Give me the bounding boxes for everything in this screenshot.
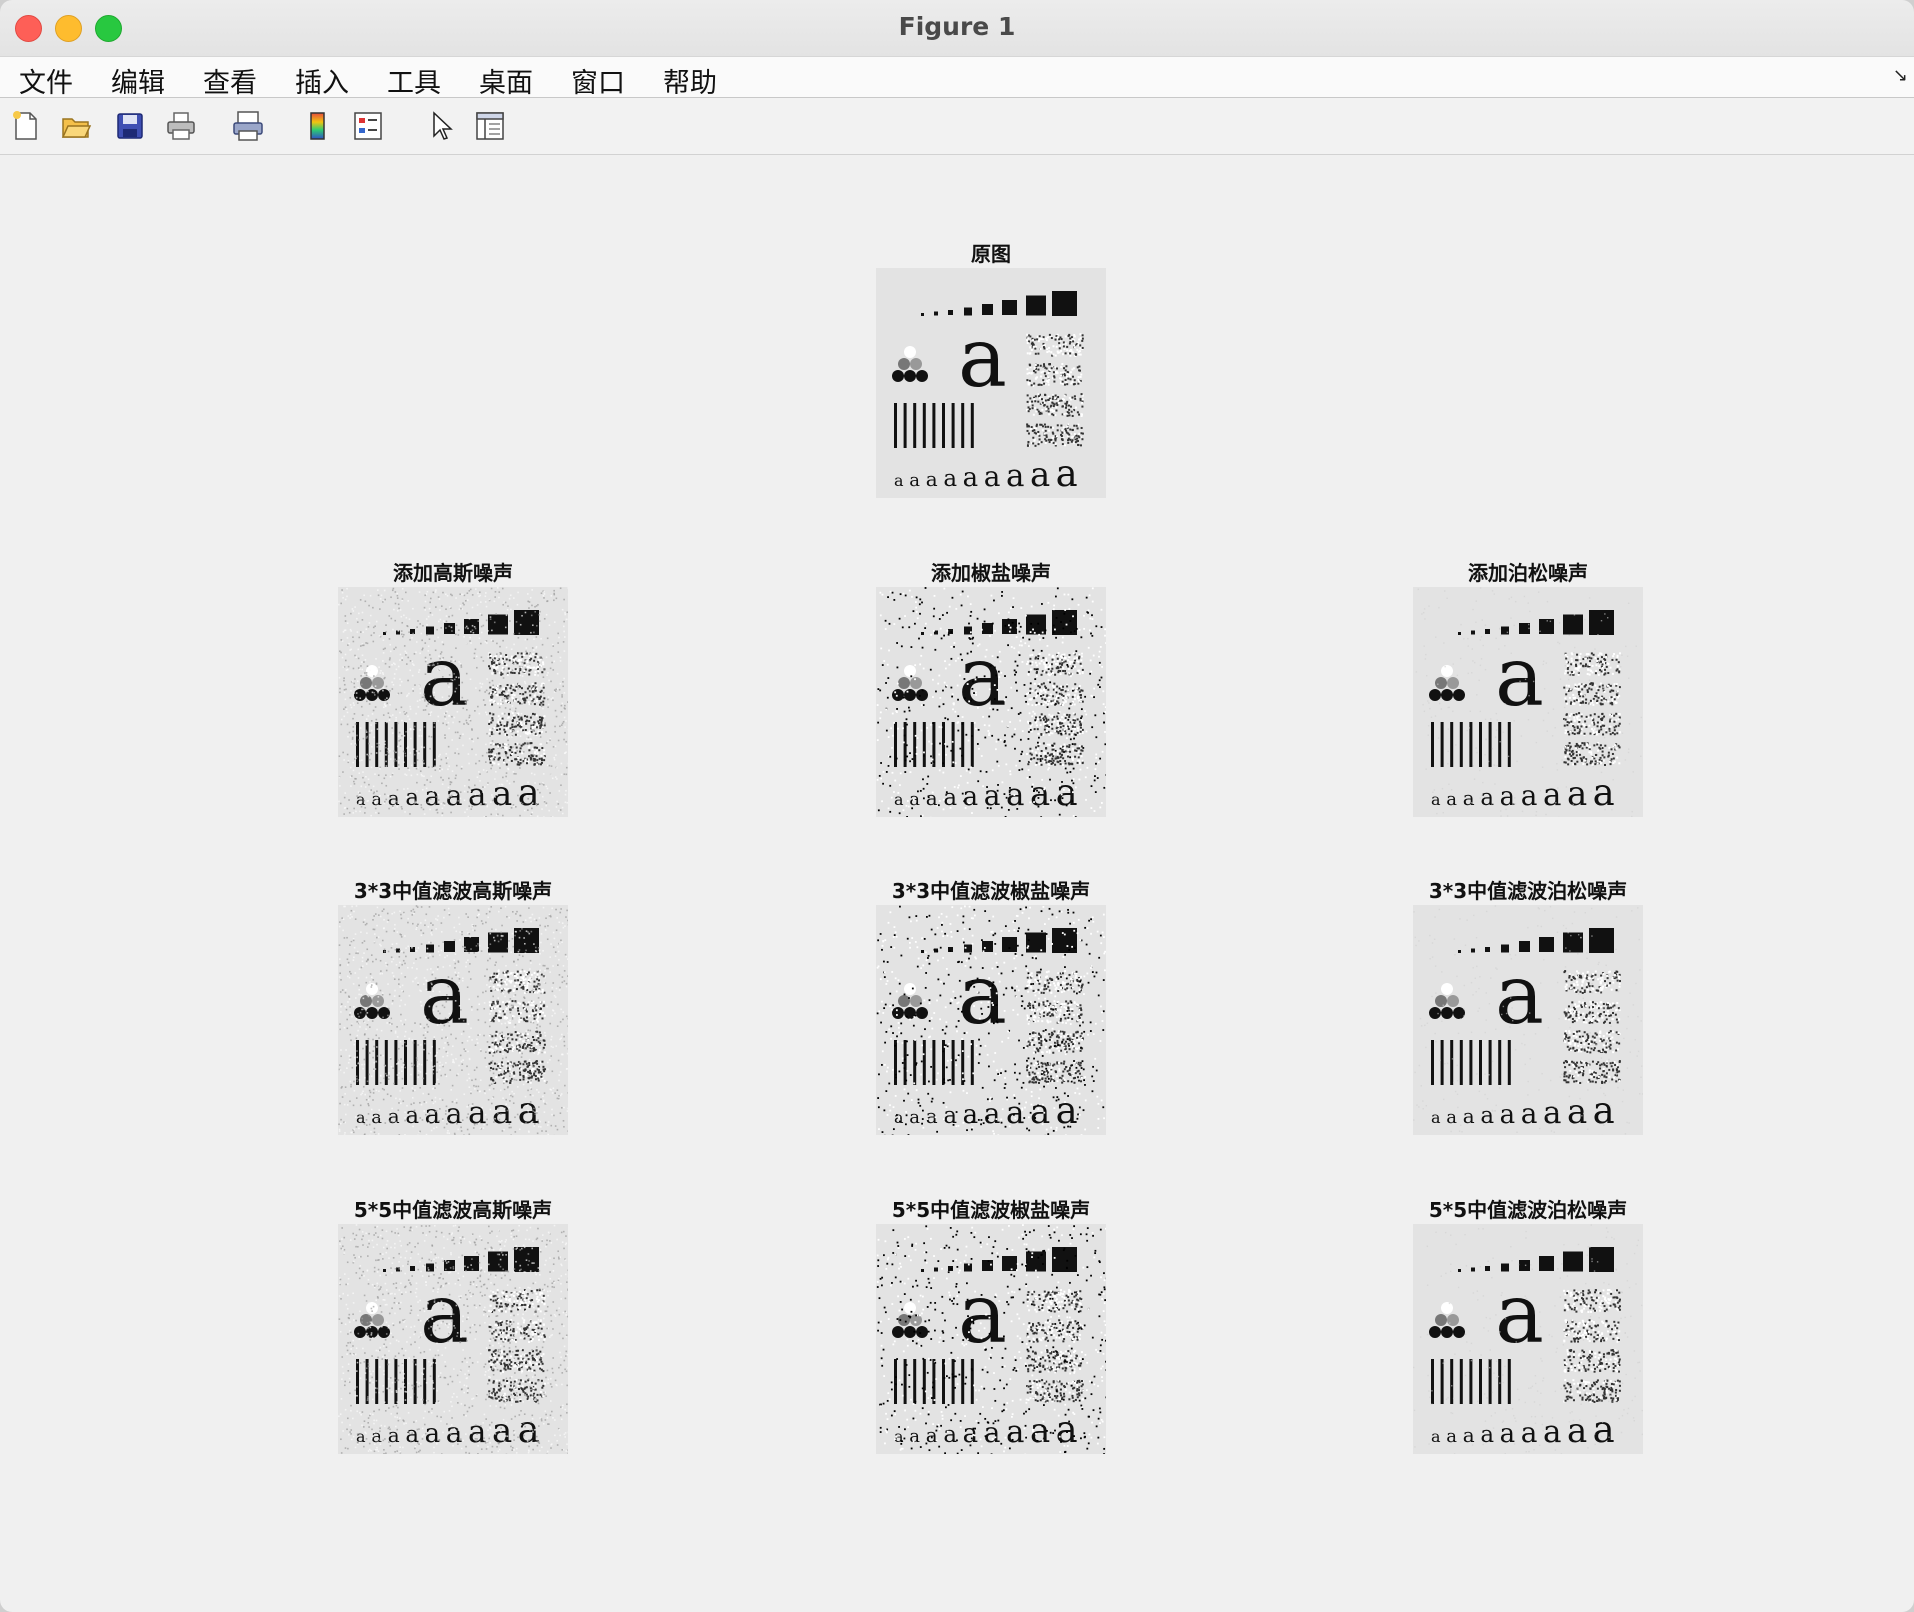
test-pattern-graphic: aaaaaaaaaa: [1413, 905, 1643, 1135]
svg-text:a: a: [425, 782, 441, 812]
test-pattern-graphic: aaaaaaaaaa: [876, 587, 1106, 817]
dock-arrow-icon[interactable]: ↘: [1893, 65, 1908, 86]
svg-text:a: a: [1500, 782, 1516, 812]
test-image: aaaaaaaaaa: [876, 587, 1106, 817]
subplot-title: 添加泊松噪声: [1468, 561, 1588, 585]
svg-text:a: a: [518, 771, 540, 814]
test-image: aaaaaaaaaa: [1413, 587, 1643, 817]
test-image: aaaaaaaaaa: [876, 905, 1106, 1135]
test-image: aaaaaaaaaa: [338, 587, 568, 817]
test-pattern-graphic: aaaaaaaaaa: [892, 291, 1084, 495]
subplot-title: 添加椒盐噪声: [931, 561, 1051, 585]
svg-text:a: a: [420, 948, 469, 1043]
menu-bar: 文件 编辑 查看 插入 工具 桌面 窗口 帮助 ↘: [0, 57, 1914, 100]
menu-file[interactable]: 文件: [15, 61, 77, 100]
test-pattern-graphic: aaaaaaaaaa: [1415, 587, 1643, 817]
subplot-title: 3*3中值滤波高斯噪声: [353, 879, 553, 903]
menu-edit[interactable]: 编辑: [107, 61, 169, 100]
subplot-title: 5*5中值滤波高斯噪声: [353, 1198, 553, 1222]
svg-text:a: a: [963, 463, 979, 493]
svg-text:a: a: [943, 466, 957, 492]
new-figure-icon[interactable]: [10, 110, 42, 142]
window-title: Figure 1: [898, 12, 1016, 41]
menu-help[interactable]: 帮助: [659, 61, 721, 100]
legend-icon[interactable]: [352, 110, 384, 142]
svg-text:a: a: [1463, 786, 1475, 810]
svg-text:a: a: [926, 786, 938, 810]
test-image: aaaaaaaaaa: [338, 905, 568, 1135]
property-inspector-icon[interactable]: [474, 110, 506, 142]
test-pattern-graphic: aaaaaaaaaa: [338, 587, 568, 817]
test-pattern-graphic: aaaaaaaaaa: [876, 1224, 1106, 1454]
subplot-title: 3*3中值滤波泊松噪声: [1428, 879, 1628, 903]
svg-text:a: a: [1446, 789, 1457, 810]
svg-text:a: a: [468, 777, 486, 813]
svg-text:a: a: [958, 311, 1007, 406]
svg-text:a: a: [492, 774, 512, 814]
svg-text:a: a: [984, 779, 1001, 812]
svg-text:a: a: [1056, 452, 1078, 495]
test-pattern-graphic: aaaaaaaaaa: [876, 905, 1106, 1135]
menu-tools[interactable]: 工具: [383, 61, 445, 100]
open-file-icon[interactable]: [60, 110, 92, 142]
subplot-title: 3*3中值滤波椒盐噪声: [891, 879, 1091, 903]
test-pattern-graphic: aaaaaaaaaa: [338, 905, 568, 1135]
test-image: aaaaaaaaaa: [1413, 905, 1643, 1135]
save-icon[interactable]: [114, 110, 146, 142]
test-pattern-graphic: aaaaaaaaaa: [338, 1224, 568, 1454]
test-image: aaaaaaaaaa: [876, 1224, 1106, 1454]
svg-text:a: a: [984, 460, 1001, 493]
subplot-title: 5*5中值滤波椒盐噪声: [891, 1198, 1091, 1222]
svg-text:a: a: [1521, 779, 1538, 812]
svg-text:a: a: [1567, 774, 1587, 814]
menu-insert[interactable]: 插入: [291, 61, 353, 100]
svg-text:a: a: [894, 471, 904, 490]
figure-canvas: 原图 aaaaaaaaaa 添加高斯噪声 aaaaaaaaaa 添加椒盐噪声 a…: [0, 155, 1914, 1612]
svg-text:a: a: [926, 467, 938, 491]
test-pattern-graphic: aaaaaaaaaa: [1413, 1224, 1643, 1454]
subplot-title: 5*5中值滤波泊松噪声: [1428, 1198, 1628, 1222]
print-preview-icon[interactable]: [232, 110, 264, 142]
subplot-title: 添加高斯噪声: [393, 561, 513, 585]
svg-text:a: a: [1480, 785, 1494, 811]
subplot-title: 原图: [971, 242, 1011, 266]
svg-text:a: a: [420, 630, 469, 725]
test-image: aaaaaaaaaa: [876, 268, 1106, 498]
svg-text:a: a: [1593, 771, 1615, 814]
svg-text:a: a: [1056, 771, 1078, 814]
menu-window[interactable]: 窗口: [567, 61, 629, 100]
pointer-icon[interactable]: [425, 110, 457, 142]
svg-text:a: a: [1030, 455, 1050, 495]
title-bar[interactable]: Figure 1: [0, 0, 1914, 57]
svg-text:a: a: [909, 470, 920, 491]
figure-window: Figure 1 文件 编辑 查看 插入 工具 桌面 窗口 帮助 ↘ 原图 a …: [0, 0, 1914, 1612]
svg-text:a: a: [1543, 777, 1561, 813]
test-image: aaaaaaaaaa: [1413, 1224, 1643, 1454]
svg-text:a: a: [1006, 458, 1024, 494]
menu-desktop[interactable]: 桌面: [475, 61, 537, 100]
svg-text:a: a: [1030, 774, 1050, 814]
print-icon[interactable]: [165, 110, 197, 142]
colorbar-icon[interactable]: [302, 110, 334, 142]
test-image: aaaaaaaaaa: [338, 1224, 568, 1454]
svg-text:a: a: [1495, 630, 1544, 725]
toolbar: [0, 98, 1914, 155]
menu-view[interactable]: 查看: [199, 61, 261, 100]
